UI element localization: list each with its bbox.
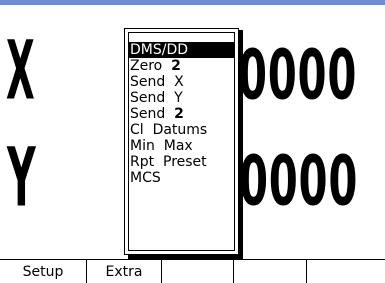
softkey-bar: Setup Extra <box>0 259 385 283</box>
menu-item-label: Rpt Preset <box>130 154 207 170</box>
menu-item-label: Cl Datums <box>130 122 208 138</box>
softkey-setup[interactable]: Setup <box>0 260 87 283</box>
menu-item-label: Min Max <box>130 138 193 154</box>
menu-item-send-z[interactable]: Send 2 <box>128 106 234 122</box>
dro-screen: X 0000 Y 0000 DMS/DD Zero 2 Send X Send … <box>0 0 385 283</box>
menu-item-zero[interactable]: Zero 2 <box>128 58 234 74</box>
menu-item-label: Zero <box>130 58 172 74</box>
menu-item-label: MCS <box>130 170 161 186</box>
axis-y-label: Y <box>7 131 36 226</box>
softkey-3[interactable] <box>162 260 234 283</box>
menu-list: DMS/DD Zero 2 Send X Send Y Send 2 Cl Da… <box>128 42 234 186</box>
softkey-4[interactable] <box>234 260 307 283</box>
menu-item-dms-dd[interactable]: DMS/DD <box>128 42 234 58</box>
x-readout: 0000 <box>238 35 358 116</box>
menu-item-repeat-preset[interactable]: Rpt Preset <box>128 154 234 170</box>
menu-item-value: 2 <box>171 58 181 74</box>
top-border <box>0 0 385 5</box>
softkey-extra[interactable]: Extra <box>87 260 162 283</box>
axis-x-label: X <box>6 24 35 119</box>
menu-item-label: Send <box>130 106 175 122</box>
y-readout: 0000 <box>239 141 359 222</box>
menu-item-send-y[interactable]: Send Y <box>128 90 234 106</box>
extra-popup-menu: DMS/DD Zero 2 Send X Send Y Send 2 Cl Da… <box>124 28 239 255</box>
menu-item-label: DMS/DD <box>130 42 189 58</box>
menu-item-value: 2 <box>174 106 184 122</box>
menu-item-clear-datums[interactable]: Cl Datums <box>128 122 234 138</box>
menu-item-label: Send Y <box>130 90 183 106</box>
menu-item-send-x[interactable]: Send X <box>128 74 234 90</box>
softkey-5[interactable] <box>307 260 385 283</box>
menu-item-label: Send X <box>130 74 184 90</box>
menu-item-mcs[interactable]: MCS <box>128 170 234 186</box>
menu-item-min-max[interactable]: Min Max <box>128 138 234 154</box>
